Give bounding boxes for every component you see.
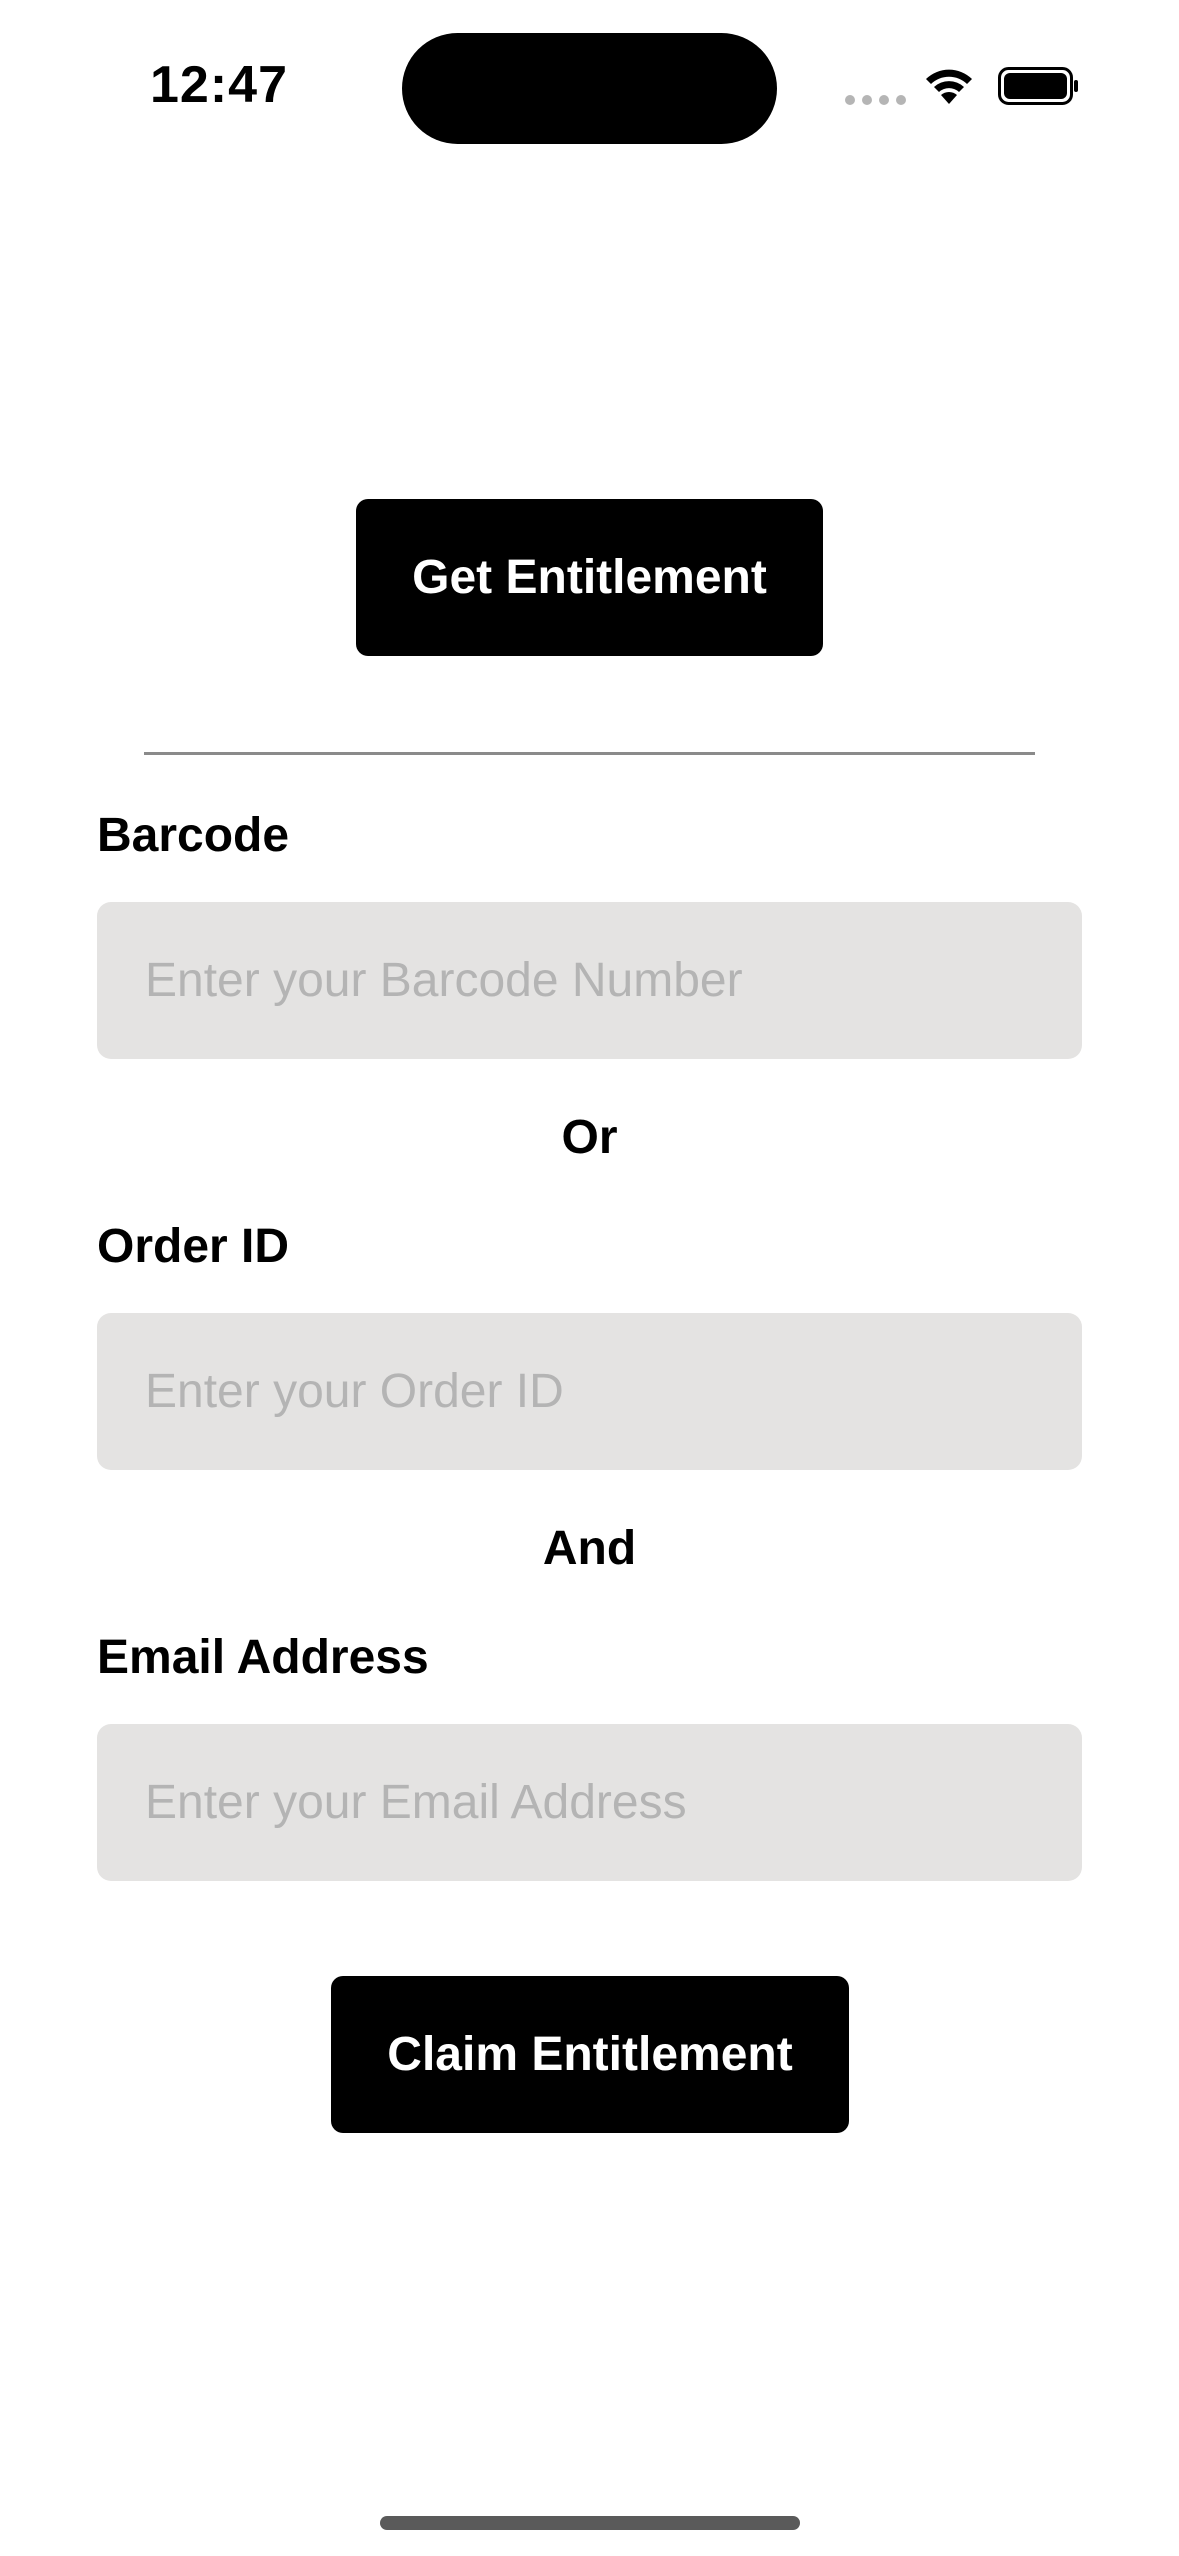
wifi-icon xyxy=(926,69,972,104)
cellular-dots-icon xyxy=(845,95,906,105)
or-text: Or xyxy=(561,1111,618,1164)
screen: 12:47 Get Entitlement Barcode Or Order I… xyxy=(0,0,1179,2556)
home-indicator[interactable] xyxy=(380,2516,800,2530)
status-time: 12:47 xyxy=(150,56,288,114)
get-entitlement-button[interactable]: Get Entitlement xyxy=(356,499,823,656)
order-id-label: Order ID xyxy=(97,1220,290,1273)
claim-entitlement-button[interactable]: Claim Entitlement xyxy=(331,1976,849,2133)
dynamic-island xyxy=(402,33,777,144)
battery-icon xyxy=(998,67,1078,105)
barcode-label: Barcode xyxy=(97,809,290,862)
barcode-input[interactable] xyxy=(97,902,1082,1059)
order-id-input[interactable] xyxy=(97,1313,1082,1470)
email-label: Email Address xyxy=(97,1631,429,1684)
email-input[interactable] xyxy=(97,1724,1082,1881)
divider xyxy=(144,752,1035,755)
and-text: And xyxy=(542,1522,637,1575)
